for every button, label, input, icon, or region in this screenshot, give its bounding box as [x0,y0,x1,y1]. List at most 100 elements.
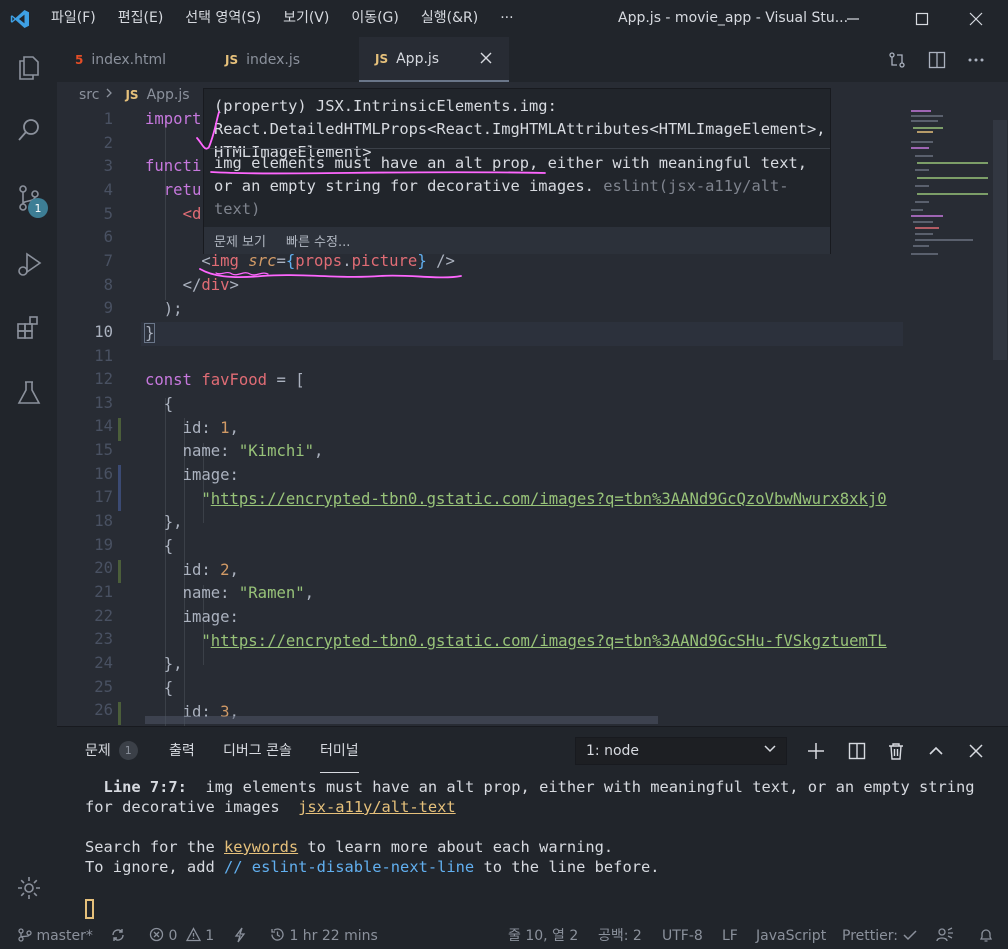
maximize-button[interactable] [899,0,945,37]
line-number: 14 [94,417,113,436]
error-count: 0 [168,928,178,944]
branch-name: master* [36,928,93,944]
branch-indicator[interactable]: master* [18,923,93,949]
terminal-text: To ignore, add [85,858,224,876]
menu-selection[interactable]: 선택 영역(S) [174,0,272,37]
menu-view[interactable]: 보기(V) [272,0,340,37]
minimap-slider[interactable] [993,120,1007,360]
code-line-19: { [163,537,174,555]
code-line-16: image: [182,466,239,484]
tab-terminal[interactable]: 터미널 [320,727,359,773]
extensions-icon[interactable] [0,303,57,353]
menu-file[interactable]: 파일(F) [40,0,107,37]
tab-label: index.js [246,51,301,68]
encoding[interactable]: UTF-8 [662,923,703,949]
horizontal-scrollbar[interactable] [145,716,658,724]
line-number: 1 [103,110,113,128]
minimap[interactable] [903,108,1008,726]
line-number: 25 [94,677,113,696]
tab-app-js[interactable]: JS App.js [359,37,509,82]
split-editor-icon[interactable] [918,37,956,82]
quick-fix-link[interactable]: 빠른 수정... [286,231,350,250]
cursor-position[interactable]: 줄 10, 열 2 [508,923,578,949]
terminal-text: to learn more about each warning. [298,838,614,856]
js-icon: JS [375,51,389,66]
tab-index-js[interactable]: JS index.js [207,37,357,82]
source-control-icon[interactable] [0,173,57,223]
line-number: 24 [94,653,113,672]
hover-tooltip: (property) JSX.IntrinsicElements.img: Re… [203,88,831,254]
code-line-4: retu [163,181,202,199]
minimize-button[interactable] [830,0,876,37]
code-line-17: "https://encrypted-tbn0.gstatic.com/imag… [201,490,887,508]
sync-icon[interactable] [110,923,126,949]
time-tracker[interactable]: 1 hr 22 mins [270,923,378,949]
line-number: 6 [103,228,113,247]
menu-go[interactable]: 이동(G) [340,0,410,37]
close-window-button[interactable] [953,0,999,37]
editor-tabs: 5 index.html JS index.js JS App.js [57,37,1008,82]
breadcrumb-folder[interactable]: src [79,87,99,103]
open-changes-icon[interactable] [878,37,916,82]
tab-index-html[interactable]: 5 index.html [57,37,202,82]
error-icon [149,927,164,942]
git-change-marker [118,702,121,725]
trash-icon[interactable] [880,735,912,767]
line-number: 26 [94,701,113,720]
search-icon[interactable] [0,105,57,155]
end-of-line[interactable]: LF [722,923,738,949]
line-number: 23 [94,630,113,649]
testing-flask-icon[interactable] [0,368,57,418]
js-icon: JS [225,52,239,67]
prettier-status[interactable]: Prettier: [842,923,918,949]
language-mode[interactable]: JavaScript [756,923,826,949]
menu-bar: 파일(F) 편집(E) 선택 영역(S) 보기(V) 이동(G) 실행(&R) … [40,0,525,37]
new-terminal-icon[interactable] [800,735,832,767]
tab-output[interactable]: 출력 [169,727,195,773]
tab-problems[interactable]: 문제 1 [85,727,138,773]
close-tab-icon[interactable] [479,51,493,69]
close-panel-icon[interactable] [960,735,992,767]
explorer-icon[interactable] [0,43,57,93]
git-change-marker [118,465,121,511]
history-icon [271,928,284,941]
tab-debug-console[interactable]: 디버그 콘솔 [223,727,292,773]
terminal-select[interactable]: 1: node [575,737,787,765]
code-line-20: id: 2, [182,561,239,579]
chevron-right-icon [105,87,113,103]
split-terminal-icon[interactable] [841,735,873,767]
tab-label: 문제 [85,743,111,759]
line-number: 4 [103,180,113,199]
breadcrumb-file[interactable]: App.js [147,87,190,103]
line-number: 10 [94,322,113,341]
divider [204,148,830,149]
code-line-8: </div> [182,276,239,294]
problems-indicator[interactable]: 0 1 [149,923,214,949]
menu-run[interactable]: 실행(&R) [410,0,489,37]
terminal-cursor [85,899,94,919]
tab-label: 출력 [169,743,195,759]
more-actions-icon[interactable] [957,37,995,82]
maximize-panel-icon[interactable] [920,735,952,767]
run-debug-icon[interactable] [0,239,57,289]
terminal-rule-link[interactable]: jsx-a11y/alt-text [298,798,456,816]
notifications-bell-icon[interactable] [978,923,994,949]
feedback-icon[interactable] [936,923,954,949]
settings-gear-icon[interactable] [0,863,57,913]
line-number: 19 [94,535,113,554]
lightning-icon[interactable] [233,923,247,949]
view-problem-link[interactable]: 문제 보기 [214,231,266,250]
indentation[interactable]: 공백: 2 [598,923,642,949]
terminal-output[interactable]: Line 7:7: img elements must have an alt … [85,777,985,877]
line-number: 17 [94,488,113,507]
code-line-14: id: 1, [182,419,239,437]
code-line-24: }, [163,655,183,673]
menu-edit[interactable]: 편집(E) [107,0,175,37]
title-bar: 파일(F) 편집(E) 선택 영역(S) 보기(V) 이동(G) 실행(&R) … [0,0,1008,37]
line-number: 12 [94,370,113,389]
line-number: 20 [94,559,113,578]
keywords-link[interactable]: keywords [224,838,298,856]
menu-more[interactable]: ··· [489,0,524,37]
code-line-23: "https://encrypted-tbn0.gstatic.com/imag… [201,632,887,650]
warning-count: 1 [205,928,215,944]
